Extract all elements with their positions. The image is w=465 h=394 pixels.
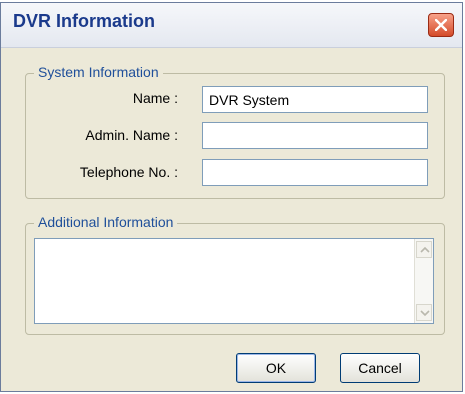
additional-information-textarea[interactable] [34, 238, 434, 324]
system-information-group: System Information Name : Admin. Name : … [25, 64, 445, 199]
scroll-up-button[interactable] [416, 241, 432, 258]
name-label: Name : [132, 90, 178, 106]
additional-information-group: Additional Information [25, 214, 445, 335]
scroll-down-button[interactable] [416, 304, 432, 321]
admin-name-field[interactable] [202, 122, 428, 149]
close-icon [435, 19, 447, 31]
scroll-down-arrow-icon [420, 310, 430, 317]
scroll-up-arrow-icon [420, 246, 430, 253]
ok-button[interactable]: OK [236, 353, 316, 383]
vertical-scrollbar[interactable] [414, 239, 433, 323]
dvr-information-dialog: DVR Information System Information Name … [0, 2, 463, 392]
telephone-label: Telephone No. : [79, 164, 178, 180]
cancel-button[interactable]: Cancel [340, 353, 420, 383]
name-field[interactable] [202, 86, 428, 113]
additional-information-label: Additional Information [34, 214, 178, 230]
title-bar: DVR Information [1, 3, 462, 48]
admin-name-label: Admin. Name : [85, 127, 178, 143]
telephone-field[interactable] [202, 159, 428, 186]
close-button[interactable] [428, 13, 454, 37]
system-information-label: System Information [34, 64, 163, 80]
dialog-title: DVR Information [13, 11, 155, 31]
